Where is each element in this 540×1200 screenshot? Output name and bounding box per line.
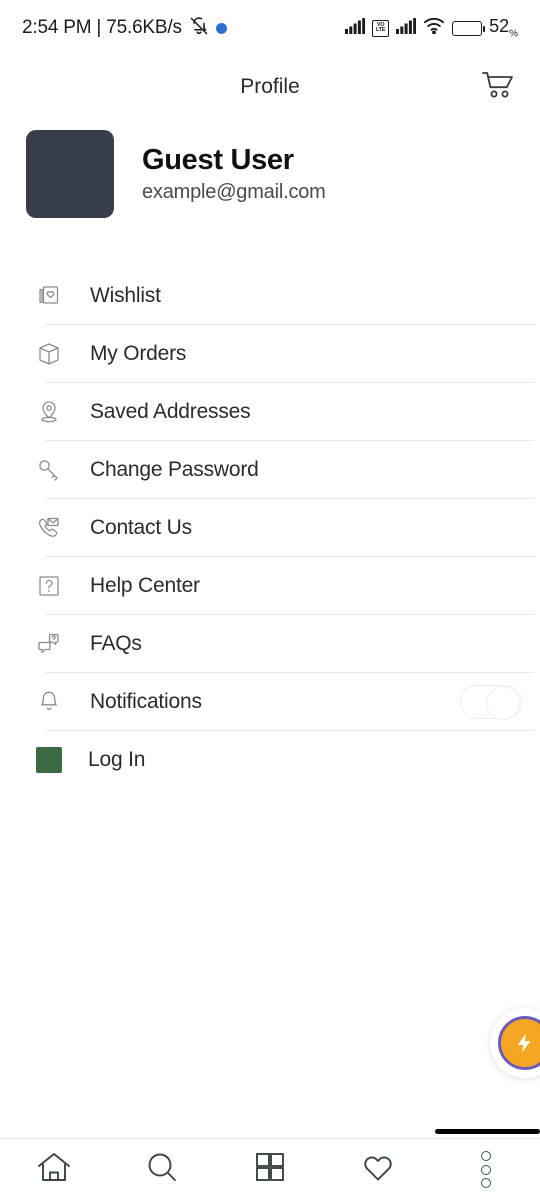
profile-screen: 2:54 PM | 75.6KB/s VO LTE 52% Profile Gu…	[0, 0, 540, 1200]
chat-question-icon	[34, 629, 64, 659]
assistant-bolt-icon	[498, 1016, 540, 1070]
bell-muted-icon	[189, 16, 209, 41]
profile-text-block: Guest User example@gmail.com	[142, 144, 326, 204]
app-header: Profile	[0, 56, 540, 118]
menu-item-label: Saved Addresses	[90, 400, 251, 423]
menu-item-my-orders[interactable]: My Orders	[0, 325, 540, 383]
bell-icon	[34, 687, 64, 717]
nav-item-home[interactable]	[0, 1139, 108, 1200]
menu-item-contact-us[interactable]: Contact Us	[0, 499, 540, 557]
status-bar-left: 2:54 PM | 75.6KB/s	[22, 16, 227, 41]
package-box-icon	[34, 339, 64, 369]
profile-email: example@gmail.com	[142, 181, 326, 204]
battery-percent-label: 52%	[489, 16, 518, 40]
profile-name: Guest User	[142, 143, 294, 176]
menu-item-help-center[interactable]: Help Center	[0, 557, 540, 615]
gesture-home-indicator	[435, 1129, 540, 1134]
blue-dot-indicator	[215, 22, 227, 34]
floating-action-button[interactable]	[490, 1008, 540, 1078]
menu-item-saved-addresses[interactable]: Saved Addresses	[0, 383, 540, 441]
menu-item-label: My Orders	[90, 342, 187, 365]
nav-item-search[interactable]	[108, 1139, 216, 1200]
question-box-icon	[34, 571, 64, 601]
signal-bars-icon	[345, 17, 366, 39]
key-icon	[34, 455, 64, 485]
menu-item-label: Contact Us	[90, 516, 192, 539]
signal-bars-icon-2	[396, 17, 417, 39]
menu-item-label: FAQs	[90, 632, 142, 655]
search-icon	[142, 1147, 182, 1192]
battery-icon	[452, 20, 486, 36]
menu-item-change-password[interactable]: Change Password	[0, 441, 540, 499]
heart-icon	[358, 1147, 398, 1192]
menu-item-label: Log In	[88, 748, 146, 771]
location-pin-icon	[34, 397, 64, 427]
menu-item-label: Change Password	[90, 458, 259, 481]
status-bar-right: VO LTE 52%	[345, 16, 518, 40]
shopping-cart-icon	[481, 70, 515, 105]
notifications-toggle[interactable]	[460, 685, 522, 720]
nav-item-wishlist[interactable]	[324, 1139, 432, 1200]
profile-menu-list: Wishlist My Orders Saved Addresses Chang…	[0, 267, 540, 789]
more-dots-icon	[481, 1151, 491, 1188]
menu-item-label: Notifications	[90, 690, 202, 713]
menu-item-wishlist[interactable]: Wishlist	[0, 267, 540, 325]
bottom-navigation-bar	[0, 1138, 540, 1200]
volte-badge-icon: VO LTE	[372, 19, 390, 37]
menu-item-faqs[interactable]: FAQs	[0, 615, 540, 673]
login-green-square-icon	[36, 747, 62, 773]
profile-summary[interactable]: Guest User example@gmail.com	[0, 126, 540, 222]
grid-categories-icon	[251, 1148, 289, 1191]
menu-item-label: Wishlist	[90, 284, 161, 307]
status-bar: 2:54 PM | 75.6KB/s VO LTE 52%	[0, 0, 540, 56]
status-time-and-network-speed: 2:54 PM | 75.6KB/s	[22, 17, 182, 38]
page-title: Profile	[240, 75, 300, 98]
wishlist-page-heart-icon	[34, 281, 64, 311]
nav-item-more[interactable]	[432, 1139, 540, 1200]
toggle-knob	[486, 685, 520, 720]
nav-item-categories[interactable]	[216, 1139, 324, 1200]
menu-item-log-in[interactable]: Log In	[0, 731, 540, 789]
home-icon	[34, 1147, 74, 1192]
phone-envelope-icon	[34, 513, 64, 543]
wifi-icon	[423, 17, 445, 39]
menu-item-label: Help Center	[90, 574, 200, 597]
avatar[interactable]	[26, 130, 114, 218]
cart-button[interactable]	[476, 67, 520, 107]
menu-item-notifications[interactable]: Notifications	[0, 673, 540, 731]
